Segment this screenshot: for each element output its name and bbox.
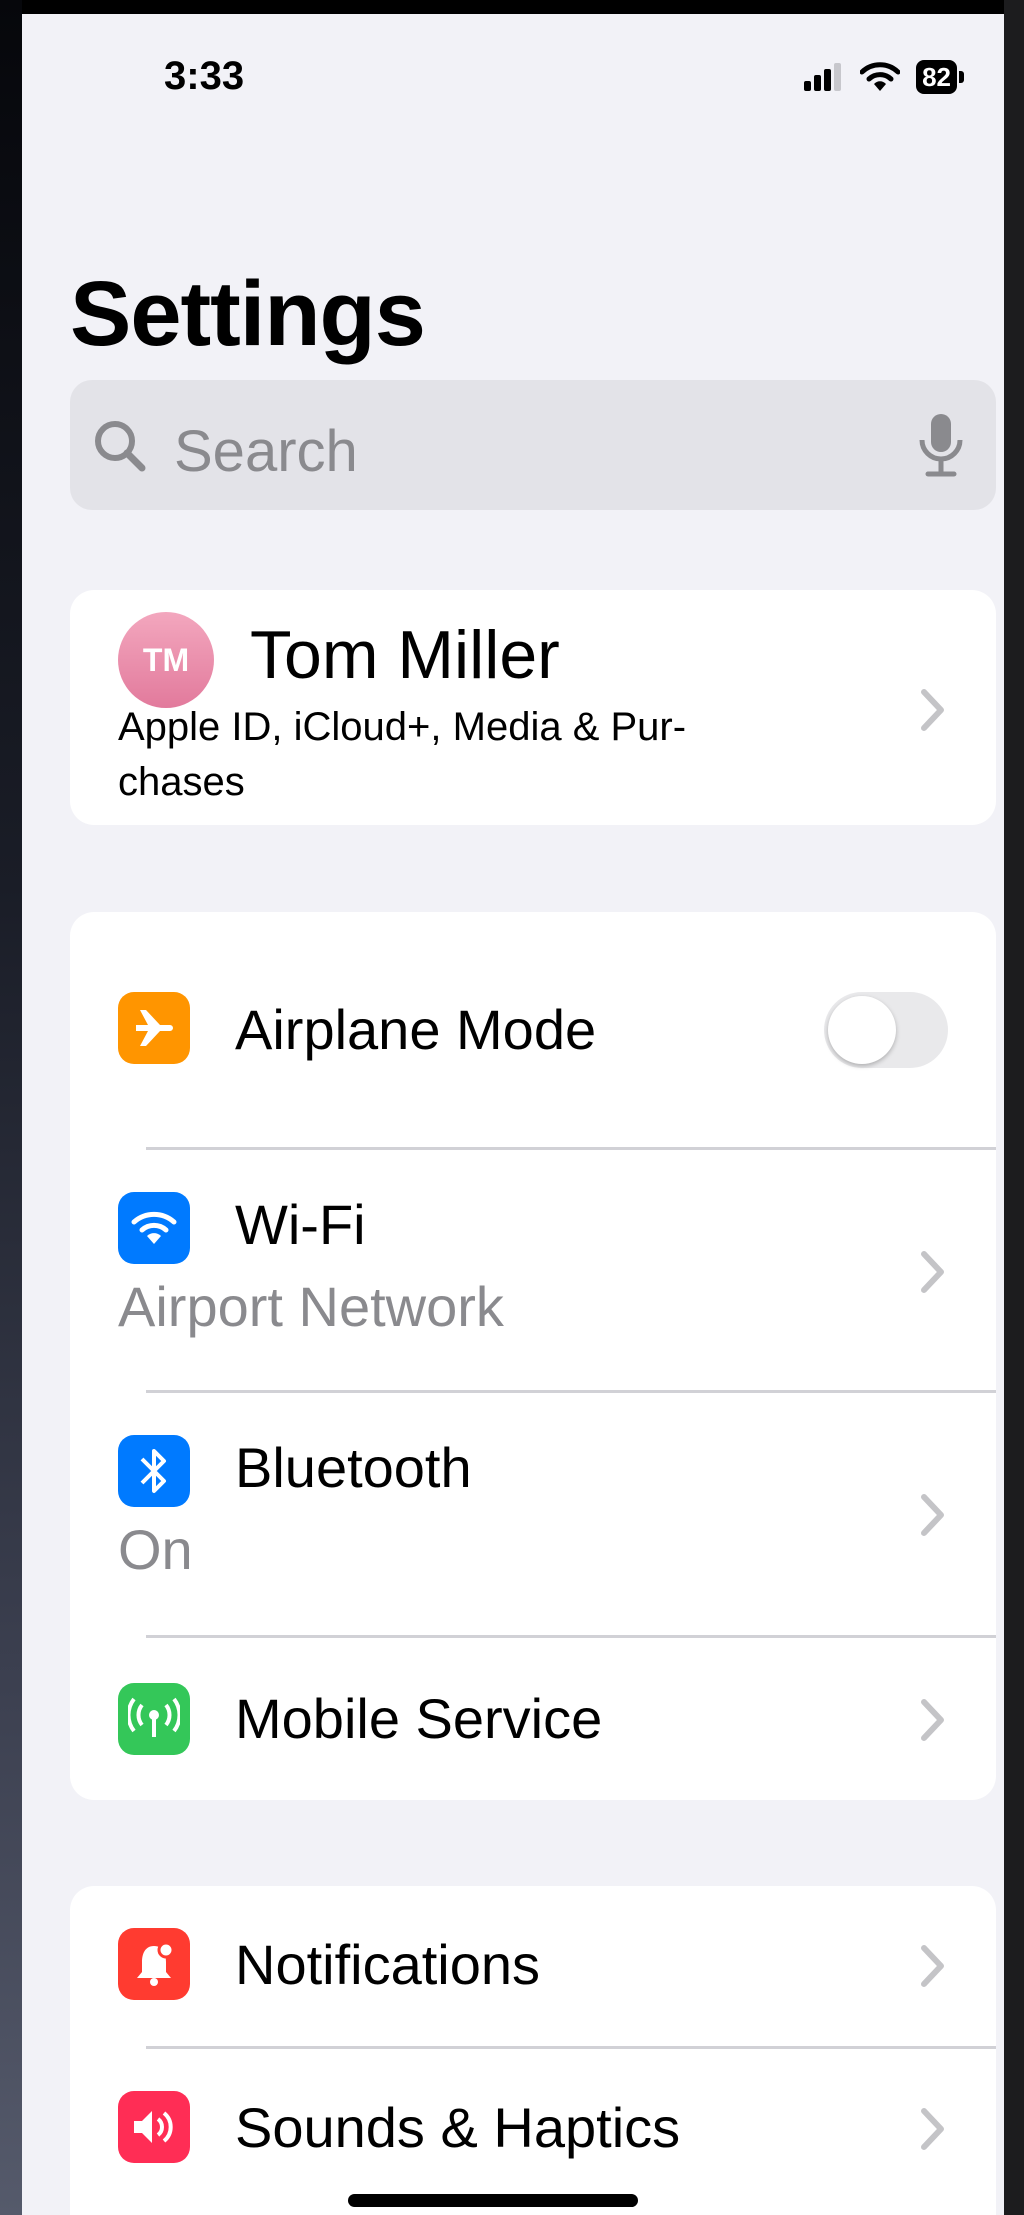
toggle-knob bbox=[828, 996, 896, 1064]
home-indicator[interactable] bbox=[348, 2194, 638, 2207]
airplane-icon bbox=[118, 992, 190, 1064]
chevron-right-icon bbox=[921, 1699, 944, 1741]
avatar: TM bbox=[118, 612, 214, 708]
bluetooth-row[interactable]: Bluetooth On bbox=[70, 1393, 996, 1635]
cellular-signal-icon bbox=[804, 63, 842, 91]
search-field[interactable]: Search bbox=[70, 380, 996, 510]
bluetooth-status-value: On bbox=[118, 1518, 193, 1581]
notifications-row[interactable]: Notifications bbox=[70, 1886, 996, 2046]
connectivity-group: Airplane Mode Wi-Fi Airport Network Blue… bbox=[70, 912, 996, 1800]
wifi-status-icon bbox=[860, 62, 901, 91]
profile-name: Tom Miller bbox=[250, 617, 560, 693]
antenna-icon bbox=[118, 1683, 190, 1755]
chevron-right-icon bbox=[921, 2108, 944, 2150]
bell-icon bbox=[118, 1928, 190, 2000]
device-bezel-top bbox=[0, 0, 1024, 14]
sounds-haptics-row[interactable]: Sounds & Haptics bbox=[70, 2049, 996, 2209]
mobile-service-label: Mobile Service bbox=[235, 1687, 603, 1750]
notifications-label: Notifications bbox=[235, 1933, 541, 1996]
speaker-icon bbox=[118, 2091, 190, 2163]
profile-subtitle: Apple ID, iCloud+, Media & Pur- chases bbox=[118, 705, 687, 804]
device-bezel-right bbox=[1004, 0, 1024, 2215]
page-title: Settings bbox=[70, 263, 426, 365]
apple-id-profile-row[interactable]: TM Tom Miller Apple ID, iCloud+, Media &… bbox=[70, 590, 996, 825]
chevron-right-icon bbox=[921, 1494, 944, 1536]
bluetooth-icon bbox=[118, 1435, 190, 1507]
wifi-row[interactable]: Wi-Fi Airport Network bbox=[70, 1150, 996, 1390]
battery-level: 82 bbox=[916, 60, 957, 94]
wifi-label: Wi-Fi bbox=[235, 1193, 366, 1256]
general-group: Notifications Sounds & Haptics bbox=[70, 1886, 996, 2215]
battery-tip-icon bbox=[959, 71, 964, 83]
wifi-icon bbox=[118, 1192, 190, 1264]
device-bezel-left bbox=[0, 0, 22, 2215]
search-icon bbox=[95, 421, 146, 472]
airplane-mode-row: Airplane Mode bbox=[70, 912, 996, 1147]
wifi-network-value: Airport Network bbox=[118, 1275, 504, 1338]
bluetooth-label: Bluetooth bbox=[235, 1436, 472, 1499]
chevron-right-icon bbox=[921, 689, 944, 731]
settings-screen: 3:33 82 Settings Search TM Tom Miller Ap… bbox=[22, 14, 1004, 2215]
chevron-right-icon bbox=[921, 1945, 944, 1987]
chevron-right-icon bbox=[921, 1251, 944, 1293]
status-bar: 3:33 82 bbox=[22, 14, 1004, 144]
airplane-mode-label: Airplane Mode bbox=[235, 998, 597, 1061]
status-time: 3:33 bbox=[164, 54, 245, 98]
sounds-haptics-label: Sounds & Haptics bbox=[235, 2096, 681, 2159]
microphone-icon[interactable] bbox=[916, 410, 966, 482]
mobile-service-row[interactable]: Mobile Service bbox=[70, 1638, 996, 1800]
status-icons: 82 bbox=[804, 60, 964, 94]
search-input[interactable]: Search bbox=[174, 418, 358, 485]
airplane-mode-toggle[interactable] bbox=[824, 992, 948, 1068]
